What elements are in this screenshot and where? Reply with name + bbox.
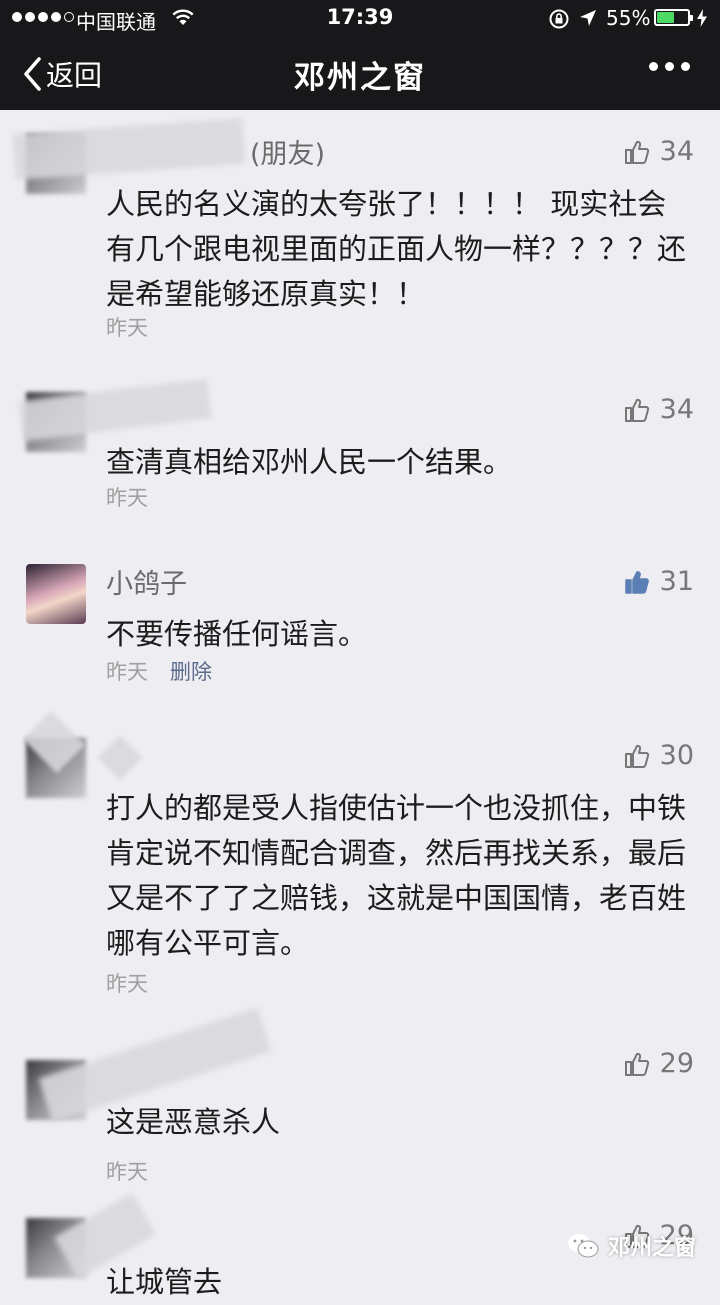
comment-meta: 昨天 <box>106 312 148 342</box>
comment-time: 昨天 <box>106 486 148 510</box>
like-button[interactable]: 34 <box>624 394 694 425</box>
watermark: 邓州之窗 <box>566 1230 696 1262</box>
comment-text: 这是恶意杀人 <box>106 1105 281 1139</box>
like-button[interactable]: 30 <box>624 740 694 771</box>
delete-link[interactable]: 删除 <box>170 656 212 686</box>
location-arrow-icon <box>578 8 598 33</box>
like-button[interactable]: 29 <box>624 1048 694 1079</box>
top-bar: 中国联通 17:39 55% 返回 邓州之窗 <box>0 0 720 110</box>
privacy-mask <box>97 735 143 781</box>
rotation-lock-icon <box>548 8 570 35</box>
watermark-text: 邓州之窗 <box>607 1236 696 1261</box>
comment-text: 打人的都是受人指使估计一个也没抓住，中铁肯定说不知情配合调查，然后再找关系，最后… <box>106 791 687 960</box>
status-bar: 中国联通 17:39 55% <box>0 0 720 36</box>
comment-text: 让城管去 <box>106 1265 223 1299</box>
comment-meta: 昨天 <box>106 1156 148 1186</box>
battery-icon <box>654 9 693 26</box>
comment-meta: 昨天 <box>106 968 148 998</box>
page-title: 邓州之窗 <box>294 60 426 96</box>
like-button[interactable]: 34 <box>624 136 694 167</box>
chevron-left-icon <box>24 57 41 91</box>
like-count: 30 <box>659 740 694 771</box>
like-count: 29 <box>659 1048 694 1079</box>
more-dot-icon <box>681 62 690 71</box>
battery-fill <box>657 12 674 23</box>
comment-item: 34 查清真相给邓州人民一个结果。 昨天 <box>0 368 720 528</box>
back-button[interactable]: 返回 <box>22 54 102 94</box>
comment-time: 昨天 <box>106 316 148 340</box>
thumbs-up-icon <box>624 398 649 422</box>
comment-time: 昨天 <box>106 972 148 996</box>
commenter-name: (朋友) <box>250 139 326 170</box>
comment-meta: 昨天 删除 <box>106 656 212 686</box>
comment-text: 人民的名义演的太夸张了！！！！ 现实社会有几个跟电视里面的正面人物一样？？？？还… <box>106 187 687 311</box>
battery-percent: 55% <box>606 6 651 30</box>
more-dot-icon <box>649 62 658 71</box>
charging-bolt-icon <box>696 8 708 33</box>
comment-text: 不要传播任何谣言。 <box>106 617 368 651</box>
privacy-mask <box>18 378 212 442</box>
like-count: 31 <box>659 566 694 597</box>
comment-item: 小鸽子 31 不要传播任何谣言。 昨天 删除 <box>0 540 720 700</box>
thumbs-up-icon <box>624 744 649 768</box>
comment-text: 查清真相给邓州人民一个结果。 <box>106 445 513 479</box>
comment-time: 昨天 <box>106 1160 148 1184</box>
more-dot-icon <box>665 62 674 71</box>
thumbs-up-icon <box>624 1052 649 1076</box>
like-button[interactable]: 31 <box>624 566 694 597</box>
more-options-button[interactable] <box>649 62 690 71</box>
thumbs-up-filled-icon <box>624 570 649 594</box>
like-count: 34 <box>659 136 694 167</box>
comment-item: 30 打人的都是受人指使估计一个也没抓住，中铁肯定说不知情配合调查，然后再找关系… <box>0 710 720 1014</box>
wechat-logo-icon <box>567 1234 599 1258</box>
comment-item: (朋友) 34 人民的名义演的太夸张了！！！！ 现实社会有几个跟电视里面的正面人… <box>0 110 720 360</box>
like-count: 34 <box>659 394 694 425</box>
back-label: 返回 <box>46 59 103 92</box>
privacy-mask <box>12 118 246 180</box>
commenter-name: 小鸽子 <box>106 569 187 600</box>
comment-item: 29 这是恶意杀人 昨天 <box>0 1007 720 1184</box>
comment-time: 昨天 <box>106 660 148 684</box>
thumbs-up-icon <box>624 140 649 164</box>
comment-meta: 昨天 <box>106 482 148 512</box>
avatar[interactable] <box>26 564 86 624</box>
